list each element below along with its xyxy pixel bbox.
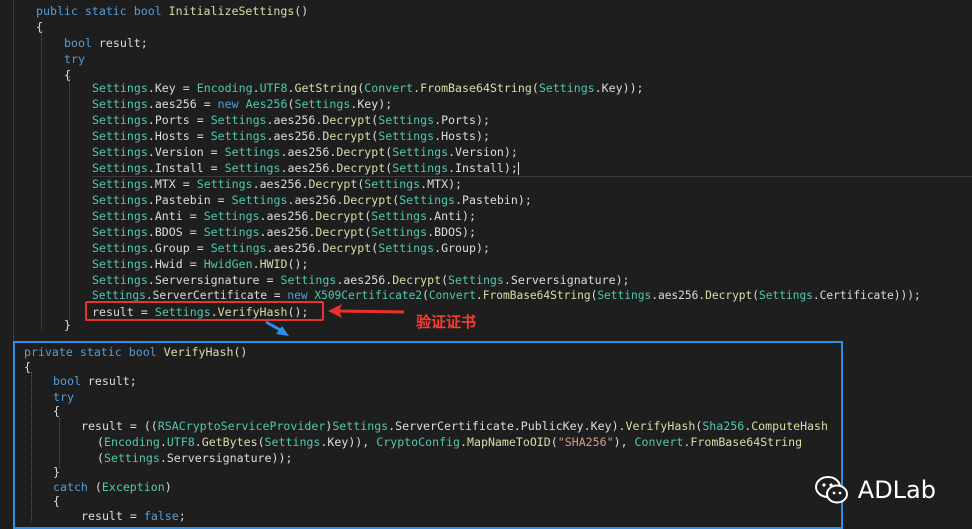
code-text: bool result; — [64, 36, 148, 50]
indent-guide — [41, 30, 42, 330]
code-line[interactable]: (Settings.Serversignature)); — [97, 450, 292, 466]
code-text: (Encoding.UTF8.GetBytes(Settings.Key)), … — [97, 435, 803, 449]
code-line[interactable]: bool result; — [53, 373, 137, 389]
red-arrow-icon — [328, 304, 405, 318]
code-line[interactable]: Settings.Group = Settings.aes256.Decrypt… — [92, 240, 490, 256]
code-text: } — [53, 465, 60, 479]
text-caret — [517, 162, 519, 175]
code-text: Settings.Ports = Settings.aes256.Decrypt… — [92, 113, 490, 127]
code-text: public static bool InitializeSettings() — [36, 4, 309, 18]
code-text: bool result; — [53, 374, 137, 388]
code-text: Settings.Pastebin = Settings.aes256.Decr… — [92, 193, 532, 207]
code-text: { — [64, 68, 71, 82]
code-line[interactable]: (Encoding.UTF8.GetBytes(Settings.Key)), … — [97, 434, 802, 450]
annotation-label: 验证证书 — [416, 313, 477, 331]
code-text: Settings.Install = Settings.aes256.Decry… — [92, 161, 518, 175]
code-text: (Settings.Serversignature)); — [97, 451, 293, 465]
code-line[interactable]: Settings.Key = Encoding.UTF8.GetString(C… — [92, 80, 644, 96]
code-line[interactable]: } — [53, 464, 60, 480]
code-line[interactable]: bool result; — [64, 35, 148, 51]
code-line[interactable]: public static bool InitializeSettings() — [36, 3, 308, 19]
code-line[interactable]: Settings.MTX = Settings.aes256.Decrypt(S… — [92, 176, 462, 192]
code-text: Settings.Version = Settings.aes256.Decry… — [92, 145, 518, 159]
code-line[interactable]: Settings.BDOS = Settings.aes256.Decrypt(… — [92, 224, 476, 240]
code-line[interactable]: Settings.Ports = Settings.aes256.Decrypt… — [92, 112, 490, 128]
code-line[interactable]: { — [24, 359, 31, 375]
watermark: ADLab — [814, 475, 936, 505]
code-text: Settings.BDOS = Settings.aes256.Decrypt(… — [92, 225, 476, 239]
code-text: { — [53, 494, 60, 508]
code-text: try — [64, 52, 85, 66]
code-line[interactable]: { — [53, 493, 60, 509]
indent-guide — [69, 76, 70, 320]
code-line[interactable]: Settings.Anti = Settings.aes256.Decrypt(… — [92, 208, 476, 224]
code-text: private static bool VerifyHash() — [24, 345, 248, 359]
code-text: Settings.MTX = Settings.aes256.Decrypt(S… — [92, 177, 463, 191]
code-line[interactable]: Settings.aes256 = new Aes256(Settings.Ke… — [92, 96, 392, 112]
code-line[interactable]: result = false; — [81, 508, 186, 524]
code-text: Settings.Hwid = HwidGen.HWID(); — [92, 257, 309, 271]
code-text: try — [53, 390, 74, 404]
code-line[interactable]: catch (Exception) — [53, 479, 172, 495]
code-text: result = false; — [81, 509, 186, 523]
code-text: Settings.Anti = Settings.aes256.Decrypt(… — [92, 209, 476, 223]
code-text: { — [53, 404, 60, 418]
code-line[interactable]: result = ((RSACryptoServiceProvider)Sett… — [81, 418, 828, 434]
code-text: catch (Exception) — [53, 480, 172, 494]
code-text: } — [64, 318, 71, 332]
wechat-icon — [814, 476, 848, 504]
code-text: { — [24, 360, 31, 374]
code-text: Settings.Serversignature = Settings.aes2… — [92, 273, 630, 287]
code-line[interactable]: { — [53, 403, 60, 419]
code-line[interactable]: { — [36, 19, 43, 35]
code-text: { — [36, 20, 43, 34]
code-line-current[interactable]: Settings.Install = Settings.aes256.Decry… — [92, 160, 972, 177]
code-line[interactable]: Settings.Pastebin = Settings.aes256.Decr… — [92, 192, 532, 208]
watermark-text: ADLab — [857, 476, 936, 504]
code-text: Settings.aes256 = new Aes256(Settings.Ke… — [92, 97, 393, 111]
code-text: Settings.Key = Encoding.UTF8.GetString(C… — [92, 81, 644, 95]
code-line[interactable]: Settings.Serversignature = Settings.aes2… — [92, 272, 630, 288]
code-line[interactable]: try — [64, 51, 85, 67]
code-line[interactable]: { — [64, 67, 71, 83]
code-text: result = ((RSACryptoServiceProvider)Sett… — [81, 419, 828, 433]
blue-arrow-icon — [265, 320, 289, 336]
code-line[interactable]: private static bool VerifyHash() — [24, 344, 247, 360]
code-line[interactable]: } — [64, 317, 71, 333]
code-line[interactable]: Settings.Hosts = Settings.aes256.Decrypt… — [92, 128, 490, 144]
code-line[interactable]: Settings.Version = Settings.aes256.Decry… — [92, 144, 518, 160]
code-text: Settings.Hosts = Settings.aes256.Decrypt… — [92, 129, 490, 143]
code-text: Settings.Group = Settings.aes256.Decrypt… — [92, 241, 490, 255]
code-line[interactable]: Settings.Hwid = HwidGen.HWID(); — [92, 256, 308, 272]
